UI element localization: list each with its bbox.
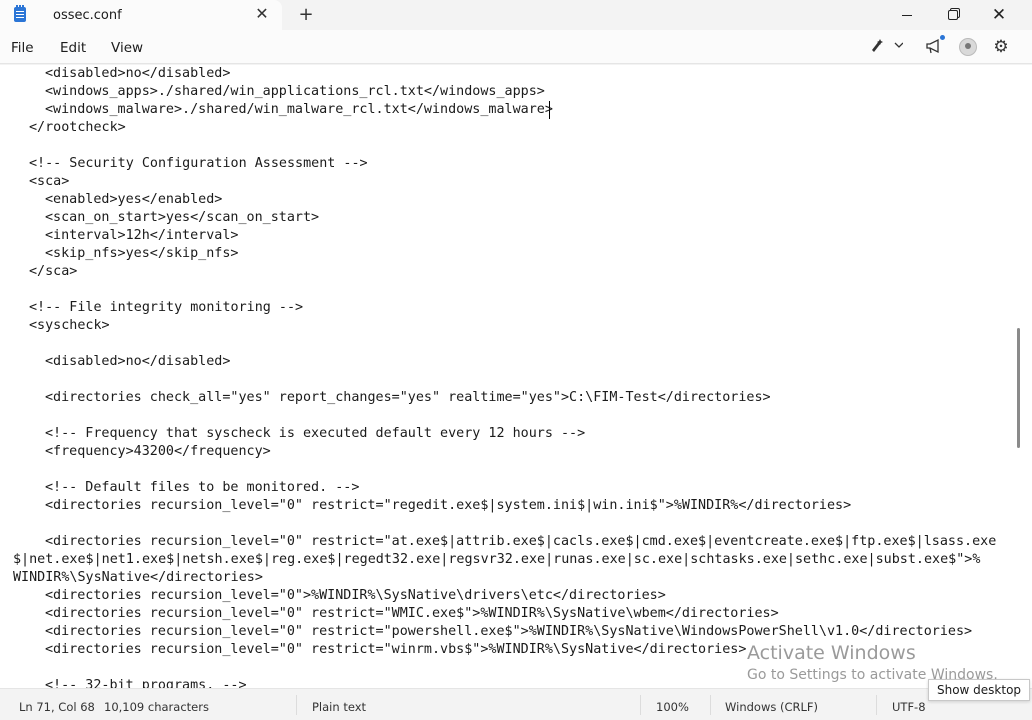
cursor-position: Ln 71, Col 68 [19,700,95,714]
code-line: <syscheck> [29,318,110,333]
menu-edit[interactable]: Edit [60,40,86,56]
code-line: <enabled>yes</enabled> [45,192,223,207]
close-window-button[interactable]: ✕ [976,0,1022,30]
code-line: <sca> [29,174,70,189]
notification-dot [940,35,945,40]
code-line: <!-- 32-bit programs. --> [45,678,247,688]
code-line: <!-- Frequency that syscheck is executed… [45,426,586,441]
menu-file[interactable]: File [11,40,34,56]
code-line: <windows_apps>./shared/win_applications_… [45,84,545,99]
status-bar: Ln 71, Col 68 10,109 characters Plain te… [0,688,1032,720]
scrollbar-thumb[interactable] [1017,328,1020,448]
minimize-icon [902,14,912,16]
activation-watermark-title: Activate Windows [747,642,916,664]
account-button[interactable] [957,37,979,57]
zoom-level[interactable]: 100% [656,700,689,714]
code-line: <!-- Default files to be monitored. --> [45,480,360,495]
code-line: <scan_on_start>yes</scan_on_start> [45,210,320,225]
file-type: Plain text [312,700,367,714]
code-line: <!-- Security Configuration Assessment -… [29,156,368,171]
encoding[interactable]: UTF-8 [892,700,926,714]
status-divider [640,695,641,715]
code-line: <disabled>no</disabled> [45,66,231,81]
code-line: <directories recursion_level="0" restric… [45,498,852,513]
code-line: <disabled>no</disabled> [45,354,231,369]
copilot-button[interactable] [868,37,904,57]
copilot-icon [872,39,904,52]
text-editor[interactable]: <disabled>no</disabled> <windows_apps>./s… [0,65,1032,688]
code-line: <frequency>43200</frequency> [45,444,271,459]
account-icon [959,38,977,56]
code-line: <directories check_all="yes" report_chan… [45,390,771,405]
status-divider [296,695,297,715]
status-divider [876,695,877,715]
code-line: <directories recursion_level="0" restric… [45,606,779,621]
tab-title: ossec.conf [53,8,122,23]
maximize-button[interactable] [930,0,976,30]
character-count: 10,109 characters [104,700,209,714]
notepad-icon [14,5,26,22]
code-line: <interval>12h</interval> [45,228,239,243]
code-line: </sca> [29,264,78,279]
title-bar: ossec.conf ✕ + ✕ [0,0,1032,30]
code-line: <directories recursion_level="0">%WINDIR… [45,588,666,603]
code-line: </rootcheck> [29,120,126,135]
show-desktop-tooltip: Show desktop [928,679,1030,701]
code-line: <!-- File integrity monitoring --> [29,300,304,315]
restore-icon [948,10,958,20]
menu-bar: File Edit View ⚙ [0,30,1032,64]
code-line: <directories recursion_level="0" restric… [45,624,973,639]
gear-icon: ⚙ [993,37,1009,57]
code-line: $|net.exe$|net1.exe$|netsh.exe$|reg.exe$… [13,552,981,567]
code-line: WINDIR%\SysNative</directories> [13,570,263,585]
code-line: <skip_nfs>yes</skip_nfs> [45,246,239,261]
line-ending[interactable]: Windows (CRLF) [725,700,818,714]
code-line: <directories recursion_level="0" restric… [45,534,997,549]
code-line: <windows_malware>./shared/win_malware_rc… [45,102,553,117]
announcements-button[interactable] [924,35,945,57]
close-tab-icon[interactable]: ✕ [252,3,272,25]
menu-view[interactable]: View [111,40,143,56]
settings-button[interactable]: ⚙ [990,37,1012,57]
vertical-scrollbar[interactable] [1016,65,1022,688]
minimize-button[interactable] [884,0,930,30]
file-tab[interactable]: ossec.conf ✕ [0,0,282,30]
new-tab-icon[interactable]: + [296,4,316,26]
code-line: <directories recursion_level="0" restric… [45,642,747,657]
status-divider [710,695,711,715]
